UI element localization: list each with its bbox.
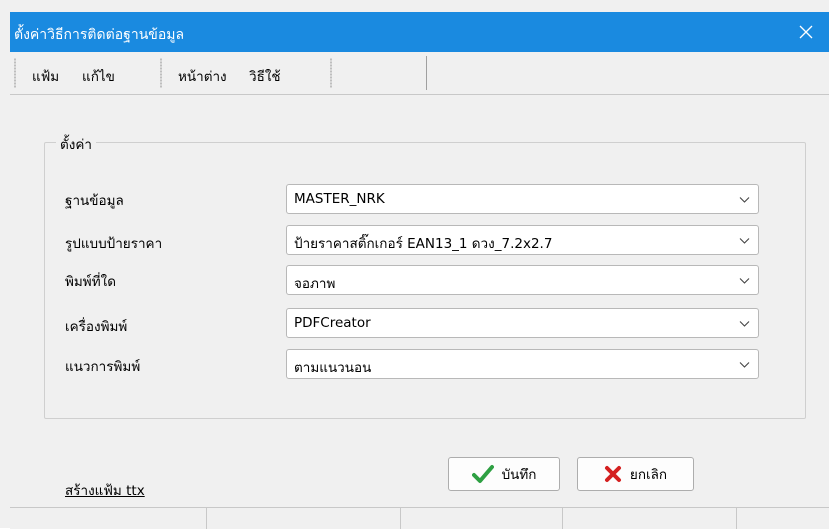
chevron-down-icon [739, 362, 750, 368]
database-label: ฐานข้อมูล [65, 193, 124, 209]
menu-bar: แฟ้ม แก้ไข หน้าต่าง วิธีใช้ [10, 52, 829, 95]
database-value: MASTER_NRK [294, 191, 385, 207]
price-tag-format-select[interactable]: ป้ายราคาสติ๊กเกอร์ EAN13_1 ดวง_7.2x2.7 [286, 225, 759, 255]
close-icon [799, 25, 813, 39]
status-bar [10, 507, 829, 529]
print-to-value: จอภาพ [294, 276, 336, 292]
print-to-label: พิมพ์ที่ใด [65, 274, 116, 290]
close-button[interactable] [783, 12, 829, 52]
toolbar-grip[interactable] [330, 58, 332, 88]
window-title: ตั้งค่าวิธีการติดต่อฐานข้อมูล [14, 27, 185, 43]
printer-select[interactable]: PDFCreator [286, 308, 759, 338]
toolbar-grip[interactable] [160, 58, 162, 88]
toolbar-separator [426, 56, 427, 90]
orientation-value: ตามแนวนอน [294, 360, 372, 376]
print-to-select[interactable]: จอภาพ [286, 265, 759, 295]
cross-icon [604, 466, 621, 482]
chevron-down-icon [739, 197, 750, 203]
cancel-button[interactable]: ยกเลิก [577, 457, 694, 491]
database-select[interactable]: MASTER_NRK [286, 184, 759, 214]
title-bar: ตั้งค่าวิธีการติดต่อฐานข้อมูล [10, 12, 829, 52]
price-tag-format-label: รูปแบบป้ายราคา [65, 236, 163, 252]
status-panel [206, 508, 401, 529]
printer-value: PDFCreator [294, 315, 371, 331]
save-button-label: บันทึก [501, 467, 537, 483]
dialog-body: ตั้งค่า ฐานข้อมูล MASTER_NRK รูปแบบป้ายร… [10, 95, 829, 529]
orientation-label: แนวการพิมพ์ [65, 359, 141, 375]
cancel-button-label: ยกเลิก [629, 467, 668, 483]
status-panel [400, 508, 563, 529]
settings-group-label: ตั้งค่า [56, 133, 96, 155]
settings-dialog: ตั้งค่าวิธีการติดต่อฐานข้อมูล แฟ้ม แก้ไข… [0, 0, 829, 529]
status-panel [562, 508, 737, 529]
toolbar-grip[interactable] [14, 58, 16, 88]
price-tag-format-value: ป้ายราคาสติ๊กเกอร์ EAN13_1 ดวง_7.2x2.7 [294, 236, 553, 252]
chevron-down-icon [739, 278, 750, 284]
orientation-select[interactable]: ตามแนวนอน [286, 349, 759, 379]
save-button[interactable]: บันทึก [448, 457, 560, 491]
menu-help[interactable]: วิธีใช้ [249, 65, 281, 87]
menu-file[interactable]: แฟ้ม [32, 65, 59, 87]
status-panel [10, 508, 207, 529]
printer-label: เครื่องพิมพ์ [65, 319, 128, 335]
menu-edit[interactable]: แก้ไข [82, 65, 115, 87]
chevron-down-icon [739, 238, 750, 244]
chevron-down-icon [739, 321, 750, 327]
menu-window[interactable]: หน้าต่าง [178, 65, 227, 87]
checkmark-icon [471, 465, 494, 483]
create-ttx-file-link[interactable]: สร้างแฟ้ม ttx [65, 479, 145, 501]
